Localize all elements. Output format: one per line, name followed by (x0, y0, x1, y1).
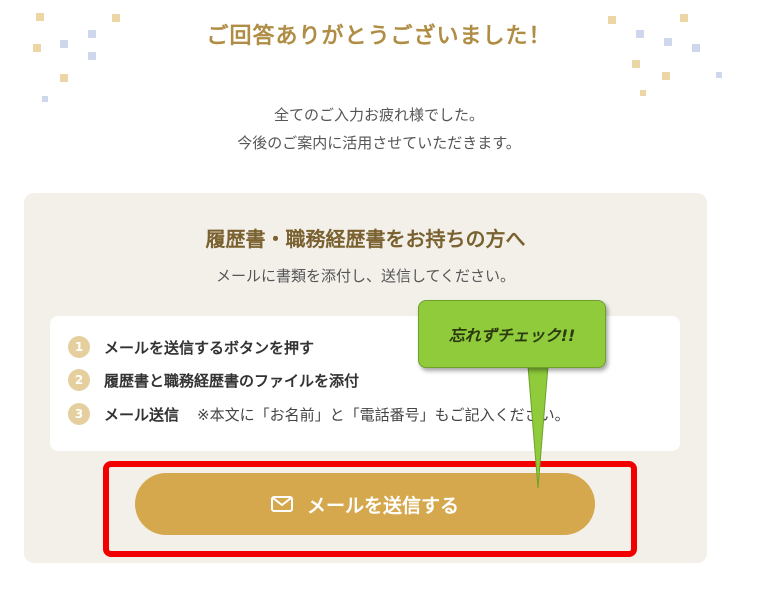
step-item: 3 メール送信 ※本文に「お名前」と「電話番号」もご記入ください。 (68, 402, 570, 426)
step-item: 1 メールを送信するボタンを押す (68, 335, 314, 359)
highlight-box (103, 461, 637, 557)
confetti-piece (42, 96, 48, 102)
card-title: 履歴書・職務経歴書をお持ちの方へ (205, 227, 526, 251)
thanks-message-line2: 今後のご案内に活用させていただきます。 (237, 134, 521, 152)
card-subtitle: メールに書類を添付し、送信してください。 (215, 267, 516, 285)
confetti-piece (60, 74, 68, 82)
step-number: 2 (68, 369, 90, 391)
page-title: ご回答ありがとうございました！ (206, 24, 552, 49)
step-text: メール送信 (104, 405, 180, 424)
callout-text: 忘れずチェック!! (448, 326, 576, 345)
step-number: 3 (68, 403, 90, 425)
step-number: 1 (68, 336, 90, 358)
callout-bubble: 忘れずチェック!! (418, 300, 606, 368)
step-text: メールを送信するボタンを押す (104, 338, 315, 357)
step-text: 履歴書と職務経歴書のファイルを添付 (104, 371, 360, 390)
confetti-piece (632, 60, 640, 68)
confetti-piece (716, 72, 722, 78)
thanks-message-line1: 全てのご入力お疲れ様でした。 (273, 106, 484, 124)
confetti-piece (88, 52, 96, 60)
step-item: 2 履歴書と職務経歴書のファイルを添付 (68, 368, 359, 392)
step-note: ※本文に「お名前」と「電話番号」もご記入ください。 (197, 405, 570, 424)
confetti-piece (662, 72, 670, 80)
confetti-piece (640, 90, 646, 96)
